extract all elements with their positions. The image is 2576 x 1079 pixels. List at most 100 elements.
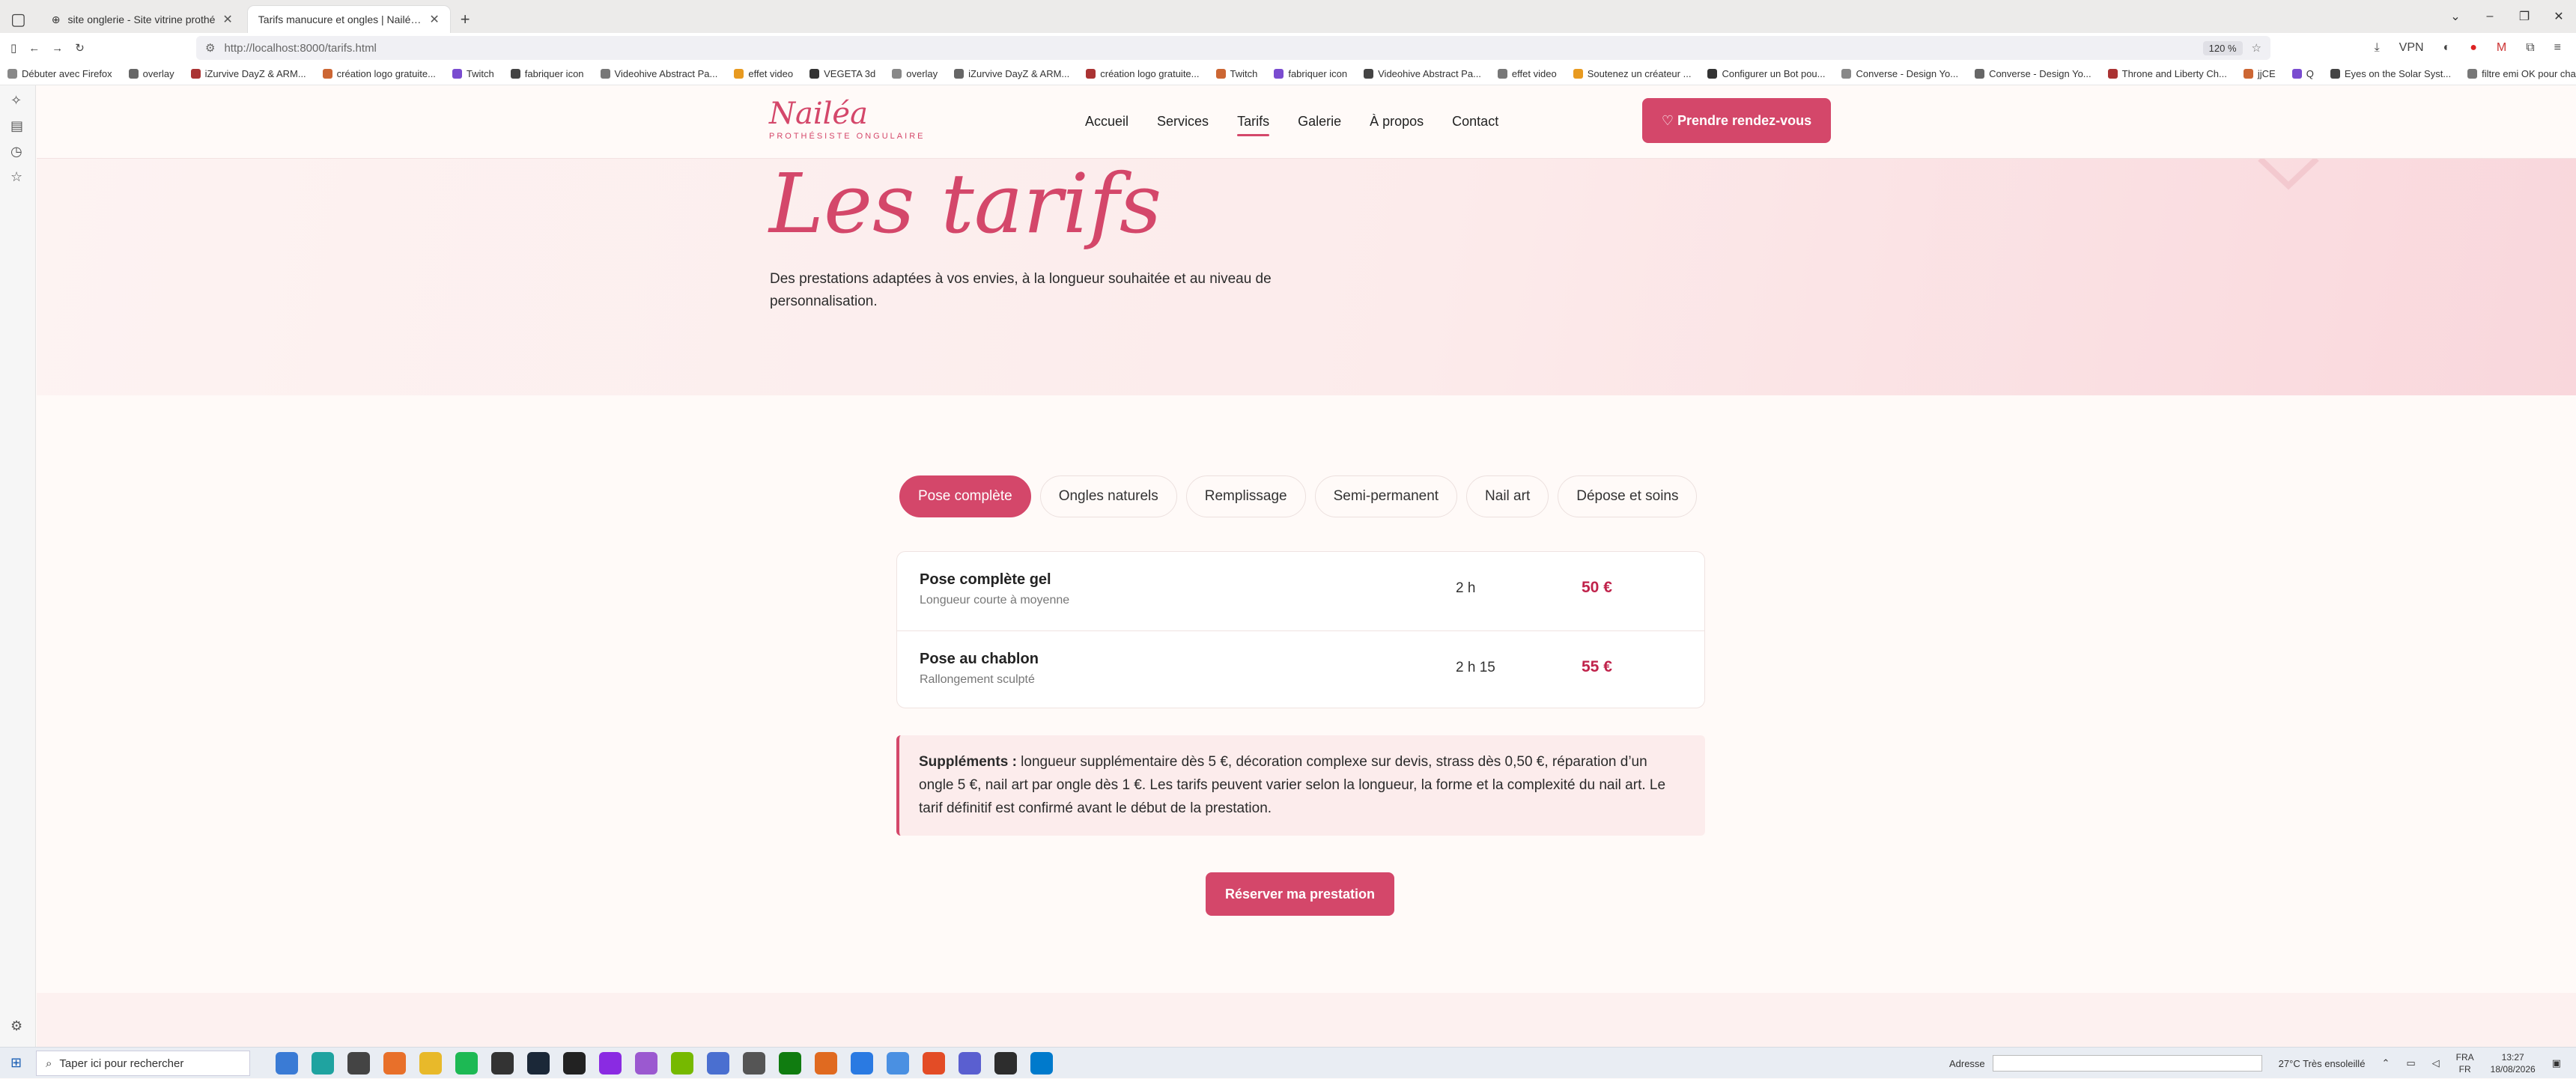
app-icon[interactable] — [491, 1052, 514, 1075]
tab-ongles-naturels[interactable]: Ongles naturels — [1039, 475, 1177, 517]
book-appointment-button[interactable]: ♡ Prendre rendez-vous — [1642, 98, 1831, 143]
bookmark-item[interactable]: création logo gratuite... — [1086, 68, 1200, 79]
nav-a-propos[interactable]: À propos — [1370, 114, 1424, 130]
nav-services[interactable]: Services — [1157, 114, 1209, 130]
forward-icon[interactable]: → — [52, 42, 63, 55]
download-icon[interactable]: ⤓ — [2375, 41, 2380, 55]
bookmark-item[interactable]: Débuter avec Firefox — [7, 68, 112, 79]
bookmark-item[interactable]: Q — [2291, 68, 2314, 79]
app-icon[interactable] — [563, 1052, 586, 1075]
site-info-icon[interactable]: ⚙ — [205, 41, 215, 55]
ai-icon[interactable]: ✧ — [10, 93, 22, 109]
nav-accueil[interactable]: Accueil — [1085, 114, 1128, 130]
bookmark-item[interactable]: Soutenez un créateur ... — [1573, 68, 1691, 79]
close-icon[interactable]: ✕ — [429, 12, 439, 27]
bookmark-item[interactable]: Configurer un Bot pou... — [1707, 68, 1825, 79]
weather[interactable]: 27°C Très ensoleillé — [2279, 1058, 2366, 1069]
url-bar[interactable]: ⚙ http://localhost:8000/tarifs.html 120 … — [196, 36, 2270, 60]
maximize-button[interactable]: ❐ — [2507, 0, 2542, 33]
browser-tab-2[interactable]: Tarifs manucure et ongles | Nailéa ( ✕ — [247, 6, 450, 33]
bookmark-item[interactable]: jjCE — [2243, 68, 2276, 79]
volume-icon[interactable]: ◁ — [2432, 1057, 2440, 1069]
tab-remplissage[interactable]: Remplissage — [1185, 475, 1306, 517]
tab-list-icon[interactable]: ▢ — [0, 6, 37, 33]
browser-tab-1[interactable]: ⊕ site onglerie - Site vitrine prothé ✕ — [41, 6, 243, 33]
settings-icon[interactable]: ⚙ — [10, 1018, 22, 1034]
back-icon[interactable]: ← — [28, 42, 40, 55]
spotify-icon[interactable] — [455, 1052, 478, 1075]
bookmark-item[interactable]: Eyes on the Solar Syst... — [2330, 68, 2451, 79]
app-icon[interactable] — [276, 1052, 298, 1075]
bookmark-item[interactable]: fabriquer icon — [510, 68, 584, 79]
url-text[interactable]: http://localhost:8000/tarifs.html — [224, 42, 376, 55]
app-icon[interactable] — [887, 1052, 909, 1075]
taskbar-search[interactable]: ⌕ Taper ici pour rechercher — [36, 1051, 250, 1076]
bookmark-item[interactable]: Videohive Abstract Pa... — [1364, 68, 1481, 79]
reserve-button[interactable]: Réserver ma prestation — [1206, 872, 1394, 916]
bookmark-item[interactable]: Converse - Design Yo... — [1975, 68, 2092, 79]
extension-icon[interactable]: ● — [2470, 41, 2477, 55]
app-icon[interactable] — [635, 1052, 657, 1075]
bookmark-item[interactable]: fabriquer icon — [1274, 68, 1347, 79]
bookmark-item[interactable]: filtre emi OK pour cha... — [2467, 68, 2576, 79]
address-input[interactable] — [1992, 1055, 2262, 1072]
app-icon[interactable] — [743, 1052, 765, 1075]
file-explorer-icon[interactable] — [419, 1052, 442, 1075]
steam-icon[interactable] — [527, 1052, 550, 1075]
extensions-icon[interactable]: ⧉ — [2526, 41, 2534, 55]
reload-icon[interactable]: ↻ — [75, 41, 85, 55]
bookmark-item[interactable]: effet video — [734, 68, 793, 79]
tab-pose-complete[interactable]: Pose complète — [899, 475, 1031, 517]
vscode-icon[interactable] — [1030, 1052, 1053, 1075]
network-icon[interactable]: ▭ — [2406, 1057, 2415, 1069]
vpn-button[interactable]: VPN — [2399, 41, 2424, 55]
app-icon[interactable] — [707, 1052, 729, 1075]
tab-semi-permanent[interactable]: Semi-permanent — [1314, 475, 1458, 517]
logo[interactable]: Nailéa PROTHÉSISTE ONGULAIRE — [769, 97, 925, 141]
bookmark-icon[interactable]: ☆ — [10, 169, 22, 185]
close-window-button[interactable]: ✕ — [2542, 0, 2576, 33]
close-icon[interactable]: ✕ — [222, 12, 232, 27]
clock[interactable]: 13:27 18/08/2026 — [2491, 1051, 2536, 1075]
notifications-icon[interactable]: ▣ — [2552, 1057, 2561, 1069]
star-icon[interactable]: ☆ — [2252, 41, 2261, 55]
xbox-icon[interactable] — [779, 1052, 801, 1075]
app-icon[interactable] — [994, 1052, 1017, 1075]
app-icon[interactable] — [923, 1052, 945, 1075]
app-icon[interactable] — [599, 1052, 622, 1075]
tab-nail-art[interactable]: Nail art — [1466, 475, 1549, 517]
edge-icon[interactable] — [312, 1052, 334, 1075]
nav-galerie[interactable]: Galerie — [1298, 114, 1341, 130]
zoom-level[interactable]: 120 % — [2202, 40, 2243, 55]
bookmark-item[interactable]: Throne and Liberty Ch... — [2107, 68, 2227, 79]
firefox-icon[interactable] — [383, 1052, 406, 1075]
bookmark-item[interactable]: Converse - Design Yo... — [1841, 68, 1958, 79]
bookmark-item[interactable]: Videohive Abstract Pa... — [600, 68, 717, 79]
sidebar-toggle-icon[interactable]: ▯ — [10, 41, 16, 55]
new-tab-button[interactable]: + — [450, 6, 481, 33]
gmail-icon[interactable]: M — [2497, 41, 2506, 55]
language-indicator[interactable]: FRA FR — [2456, 1051, 2474, 1075]
minimize-button[interactable]: – — [2473, 0, 2507, 33]
tab-depose-soins[interactable]: Dépose et soins — [1558, 475, 1698, 517]
bookmark-item[interactable]: iZurvive DayZ & ARM... — [954, 68, 1069, 79]
history-icon[interactable]: ◷ — [10, 144, 22, 159]
windows-start-icon[interactable]: ⊞ — [10, 1055, 22, 1071]
chatgpt-icon[interactable] — [347, 1052, 370, 1075]
chevron-down-icon[interactable]: ⌄ — [2438, 0, 2473, 33]
bookmark-item[interactable]: VEGETA 3d — [809, 68, 875, 79]
bookmark-item[interactable]: iZurvive DayZ & ARM... — [190, 68, 306, 79]
bookmark-item[interactable]: overlay — [892, 68, 938, 79]
extension-icon[interactable]: ◐ — [2443, 41, 2451, 55]
app-icon[interactable] — [851, 1052, 873, 1075]
nav-contact[interactable]: Contact — [1452, 114, 1498, 130]
bookmark-item[interactable]: Twitch — [452, 68, 494, 79]
bookmark-item[interactable]: overlay — [128, 68, 174, 79]
nav-tarifs[interactable]: Tarifs — [1237, 114, 1270, 136]
nvidia-icon[interactable] — [671, 1052, 693, 1075]
menu-icon[interactable]: ≡ — [2554, 41, 2561, 55]
tabs-icon[interactable]: ▤ — [10, 118, 23, 134]
bookmark-item[interactable]: Twitch — [1215, 68, 1257, 79]
bookmark-item[interactable]: création logo gratuite... — [322, 68, 436, 79]
bookmark-item[interactable]: effet video — [1497, 68, 1557, 79]
